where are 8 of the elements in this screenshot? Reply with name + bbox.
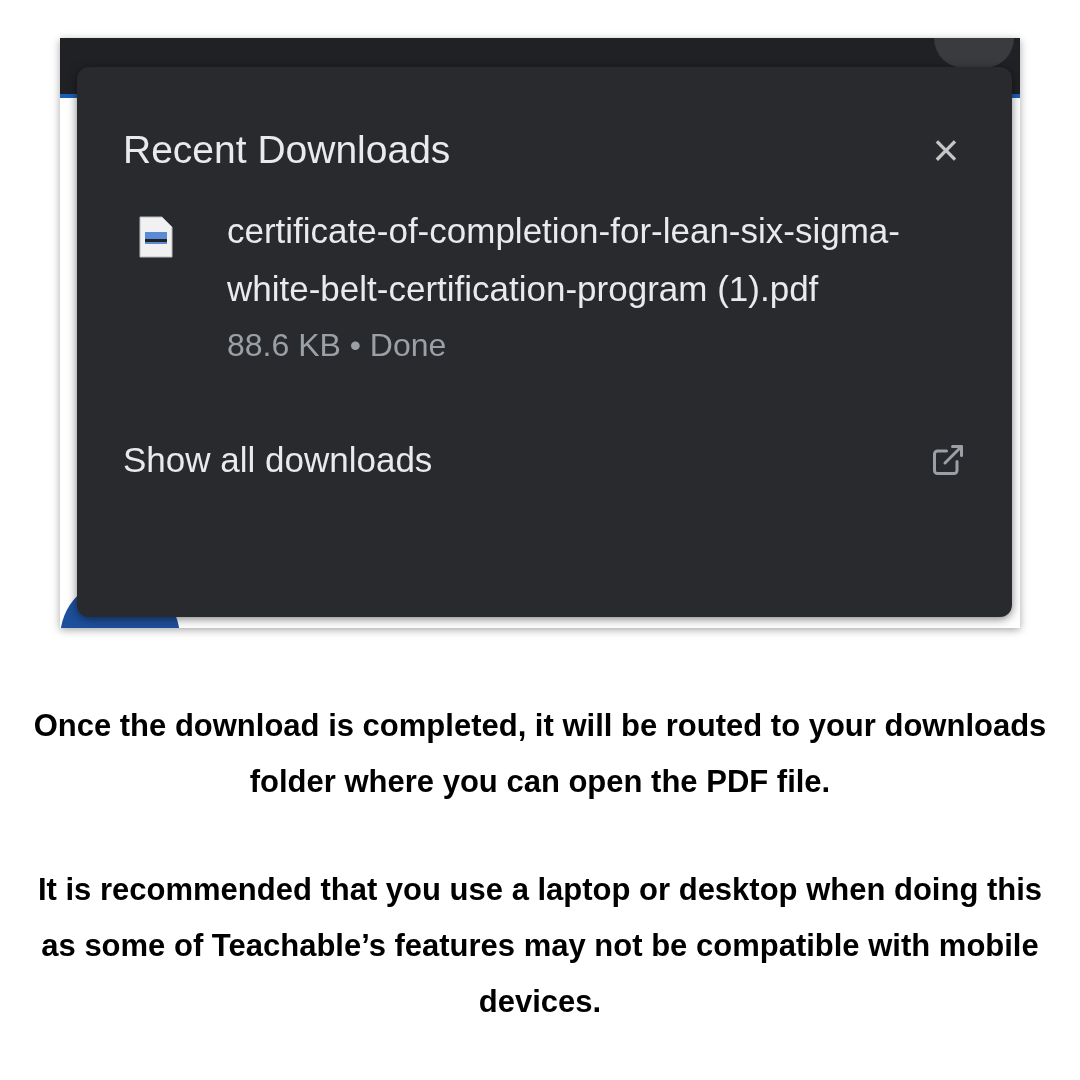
show-all-downloads-link[interactable]: Show all downloads — [123, 433, 433, 486]
caption-paragraph: It is recommended that you use a laptop or desktop when doing this as some of Teachable’s features may not be compatible with mobile devices. — [36, 871, 1044, 1021]
file-name[interactable]: certificate-of-completion-for-lean-six-sigma-white-belt-certification-program (1).pdf — [227, 201, 947, 318]
caption-paragraph: Once the download is completed, it will be routed to your downloads folder where you can open the PDF file. — [32, 707, 1048, 801]
popup-title: Recent Downloads — [123, 127, 451, 173]
download-status: 88.6 KB • Done — [227, 325, 448, 365]
pdf-file-icon — [139, 215, 173, 258]
close-button[interactable]: × — [926, 130, 966, 171]
